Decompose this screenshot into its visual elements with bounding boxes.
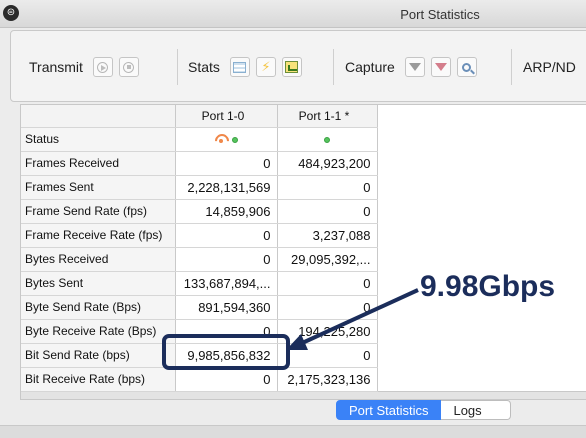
row-label: Byte Send Rate (Bps)	[21, 295, 176, 320]
table-row[interactable]: Byte Send Rate (Bps) 891,594,360 0	[21, 295, 378, 320]
column-header-port-1-0[interactable]: Port 1-0	[175, 105, 278, 128]
stop-icon	[123, 61, 135, 73]
toolbar: Transmit Stats ⚡ Capture ARP/ND	[10, 30, 586, 102]
table-row[interactable]: Frame Receive Rate (fps) 0 3,237,088	[21, 223, 378, 248]
title-bar: ⊜ Port Statistics	[0, 0, 586, 28]
toolbar-divider	[511, 49, 512, 85]
capture-group: Capture	[345, 31, 483, 103]
transmit-label: Transmit	[29, 59, 83, 75]
cell-port-1-1: 0	[277, 199, 378, 224]
stop-transmit-button[interactable]	[118, 57, 139, 77]
cell-port-1-0: 0	[175, 247, 278, 272]
row-label: Bytes Received	[21, 247, 176, 272]
cell-port-1-1: 0	[277, 175, 378, 200]
view-stats-button[interactable]	[281, 57, 302, 77]
start-transmit-button[interactable]	[92, 57, 113, 77]
bottom-tabs: Port Statistics Logs	[336, 400, 511, 420]
annotation-label: 9.98Gbps	[420, 270, 556, 303]
cell-port-1-1: 29,095,392,...	[277, 247, 378, 272]
app-icon[interactable]: ⊜	[3, 5, 19, 21]
stats-group: Stats ⚡	[188, 31, 308, 103]
table-row[interactable]: Frames Sent 2,228,131,569 0	[21, 175, 378, 200]
cell-port-1-1: 3,237,088	[277, 223, 378, 248]
table-row[interactable]: Bytes Sent 133,687,894,... 0	[21, 271, 378, 296]
stats-panel: Port 1-0 Port 1-1 * Status Frames Receiv…	[20, 104, 586, 392]
table-row[interactable]: Bit Receive Rate (bps) 0 2,175,323,136	[21, 367, 378, 392]
cell-port-1-1: 484,923,200	[277, 151, 378, 176]
port-statistics-window: ⊜ Port Statistics Transmit Stats ⚡ Captu…	[0, 0, 586, 438]
cell-port-1-1: 0	[277, 295, 378, 320]
arpnd-group: ARP/ND	[523, 31, 586, 103]
chart-icon	[285, 61, 299, 73]
window-title: Port Statistics	[400, 7, 480, 22]
toolbar-divider	[333, 49, 334, 85]
transmitting-icon	[214, 133, 228, 147]
horizontal-scrollbar[interactable]	[20, 392, 586, 400]
status-cell	[277, 127, 378, 152]
filter-stop-icon	[434, 63, 447, 71]
link-up-icon	[324, 137, 330, 144]
cell-port-1-1: 194,225,280	[277, 319, 378, 344]
row-label: Bytes Sent	[21, 271, 176, 296]
row-label: Frame Send Rate (fps)	[21, 199, 176, 224]
stats-label: Stats	[188, 59, 220, 75]
row-label: Status	[21, 127, 176, 152]
cell-port-1-0: 0	[175, 367, 278, 392]
arpnd-label: ARP/ND	[523, 59, 576, 75]
cell-port-1-1: 2,175,323,136	[277, 367, 378, 392]
stop-capture-button[interactable]	[430, 57, 451, 77]
header-corner	[21, 105, 176, 128]
cell-port-1-0: 14,859,906	[175, 199, 278, 224]
table-row[interactable]: Status	[21, 127, 378, 152]
transmit-group: Transmit	[29, 31, 145, 103]
clear-stats-button[interactable]	[229, 57, 250, 77]
row-label: Frames Sent	[21, 175, 176, 200]
table-icon	[233, 61, 247, 73]
row-label: Frames Received	[21, 151, 176, 176]
row-label: Byte Receive Rate (Bps)	[21, 319, 176, 344]
cell-port-1-0: 0	[175, 151, 278, 176]
cell-port-1-0: 891,594,360	[175, 295, 278, 320]
row-label: Bit Send Rate (bps)	[21, 343, 176, 368]
highlight-box	[162, 334, 290, 370]
filter-icon	[408, 63, 421, 71]
tab-port-statistics[interactable]: Port Statistics	[336, 400, 442, 420]
table-row[interactable]: Bytes Received 0 29,095,392,...	[21, 247, 378, 272]
view-capture-button[interactable]	[456, 57, 477, 77]
status-bar	[0, 425, 586, 438]
cell-port-1-1: 0	[277, 343, 378, 368]
magnifier-icon	[462, 62, 472, 72]
link-up-icon	[232, 136, 238, 143]
resolve-neighbors-button[interactable]: ⚡	[255, 57, 276, 77]
tab-logs[interactable]: Logs	[441, 400, 511, 420]
column-header-port-1-1[interactable]: Port 1-1 *	[277, 105, 378, 128]
row-label: Bit Receive Rate (bps)	[21, 367, 176, 392]
cell-port-1-0: 2,228,131,569	[175, 175, 278, 200]
toolbar-divider	[177, 49, 178, 85]
cell-port-1-1: 0	[277, 271, 378, 296]
table-row[interactable]: Frames Received 0 484,923,200	[21, 151, 378, 176]
play-icon	[97, 61, 109, 73]
bolt-icon: ⚡	[261, 59, 271, 75]
cell-port-1-0: 133,687,894,...	[175, 271, 278, 296]
status-cell	[175, 127, 278, 152]
capture-label: Capture	[345, 59, 395, 75]
start-capture-button[interactable]	[404, 57, 425, 77]
cell-port-1-0: 0	[175, 223, 278, 248]
row-label: Frame Receive Rate (fps)	[21, 223, 176, 248]
table-row[interactable]: Frame Send Rate (fps) 14,859,906 0	[21, 199, 378, 224]
